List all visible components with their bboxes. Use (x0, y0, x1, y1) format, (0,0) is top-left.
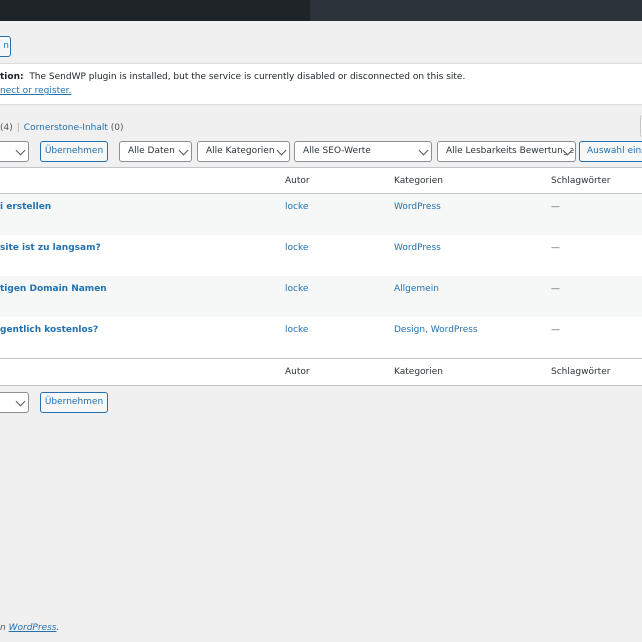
post-title-link[interactable]: i erstellen (0, 202, 51, 212)
post-category-link[interactable]: WordPress (394, 202, 441, 212)
column-tags-footer[interactable]: Schlagwörter (551, 367, 610, 377)
view-filter-links: (4) | Cornerstone-Inhalt (0) (0, 123, 124, 133)
post-title-link[interactable]: gentlich kostenlos? (0, 325, 98, 335)
notice-link[interactable]: nect or register. (0, 86, 71, 96)
chevron-down-icon (418, 145, 429, 156)
readability-filter-select[interactable]: Alle Lesbarkeits Bewertungen (437, 141, 576, 162)
post-author-link[interactable]: locke (285, 243, 308, 253)
table-header: Autor Kategorien Schlagwörter (0, 168, 642, 193)
post-tags: — (551, 202, 560, 212)
chevron-down-icon (15, 145, 26, 156)
post-author-link[interactable]: locke (285, 284, 308, 294)
post-category-link[interactable]: Allgemein (394, 284, 439, 294)
post-title-link[interactable]: site ist zu langsam? (0, 243, 101, 253)
post-category-link[interactable]: Design, WordPress (394, 325, 478, 335)
wordpress-link[interactable]: WordPress (9, 623, 57, 633)
post-tags: — (551, 243, 560, 253)
table-row: tigen Domain Namen locke Allgemein — (0, 276, 642, 317)
post-categories: Design, WordPress (394, 325, 478, 335)
chevron-down-icon (178, 145, 189, 156)
table-footer: Autor Kategorien Schlagwörter (0, 359, 642, 384)
view-separator: | (16, 123, 20, 133)
post-category-link[interactable]: WordPress (394, 243, 441, 253)
date-filter-value: Alle Daten (128, 146, 175, 156)
post-author-link[interactable]: locke (285, 325, 308, 335)
cornerstone-count: (0) (110, 123, 124, 133)
apply-bulk-button[interactable]: Übernehmen (40, 141, 108, 162)
post-title-link[interactable]: tigen Domain Namen (0, 284, 107, 294)
admin-footer: n WordPress. (0, 623, 59, 633)
sendwp-notice: tion: The SendWP plugin is installed, bu… (0, 63, 642, 105)
post-tags: — (551, 284, 560, 294)
chevron-down-icon (276, 145, 287, 156)
cornerstone-link[interactable]: Cornerstone-Inhalt (24, 123, 108, 133)
column-tags[interactable]: Schlagwörter (551, 176, 610, 186)
date-filter-select[interactable]: Alle Daten (119, 141, 192, 162)
column-categories-footer[interactable]: Kategorien (394, 367, 443, 377)
table-row: i erstellen locke WordPress — (0, 194, 642, 235)
bulk-action-select[interactable] (0, 141, 29, 162)
column-author-footer[interactable]: Autor (285, 367, 310, 377)
column-author[interactable]: Autor (285, 176, 310, 186)
table-row: gentlich kostenlos? locke Design, WordPr… (0, 317, 642, 358)
post-author-link[interactable]: locke (285, 202, 308, 212)
post-tags: — (551, 325, 560, 335)
category-filter-select[interactable]: Alle Kategorien (197, 141, 290, 162)
table-row: site ist zu langsam? locke WordPress — (0, 235, 642, 276)
notice-message: The SendWP plugin is installed, but the … (29, 72, 466, 82)
notice-label: tion: (0, 72, 24, 82)
seo-filter-select[interactable]: Alle SEO-Werte (294, 141, 432, 162)
filter-button[interactable]: Auswahl einschränken (579, 141, 642, 162)
view-count: (4) (0, 123, 13, 133)
top-action-button[interactable]: n (0, 36, 11, 57)
chevron-down-icon (15, 396, 26, 407)
footer-prefix: n (0, 623, 6, 633)
bulk-action-select-bottom[interactable] (0, 392, 29, 413)
seo-filter-value: Alle SEO-Werte (303, 146, 371, 156)
posts-table: Autor Kategorien Schlagwörter i erstelle… (0, 167, 642, 386)
readability-filter-value: Alle Lesbarkeits Bewertungen (446, 146, 576, 156)
admin-bar (0, 0, 642, 21)
apply-bulk-button-bottom[interactable]: Übernehmen (40, 392, 108, 413)
footer-suffix: . (56, 623, 60, 633)
category-filter-value: Alle Kategorien (206, 146, 275, 156)
column-categories[interactable]: Kategorien (394, 176, 443, 186)
